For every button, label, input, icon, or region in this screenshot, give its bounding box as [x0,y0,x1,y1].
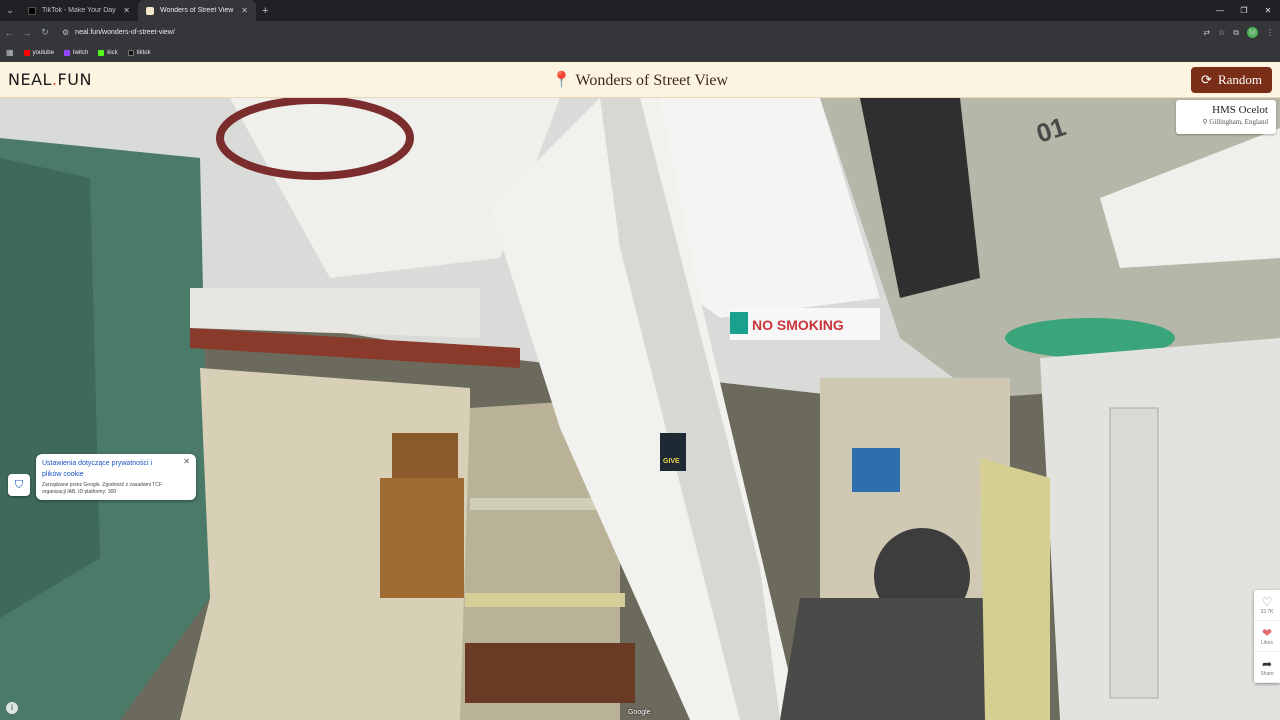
privacy-shield-icon[interactable]: ⛉ [8,474,30,496]
close-icon[interactable]: ✕ [183,457,190,466]
cookie-settings-link[interactable]: Ustawienia dotyczące prywatności i plikó… [42,458,172,480]
social-actions: ♡ 33.7K ❤ Likes ➦ Share [1254,590,1280,683]
tab-tiktok[interactable]: TikTok - Make Your Day ✕ [20,0,138,21]
cookie-consent-card[interactable]: Ustawienia dotyczące prywatności i plikó… [36,454,196,500]
twitch-icon [63,49,70,56]
menu-kebab-icon[interactable]: ⋮ [1266,28,1274,37]
tiktok-icon [127,49,134,56]
tab-search-icon[interactable]: ⌄ [0,0,20,21]
bookmark-youtube[interactable]: youtube [23,49,54,56]
street-view-panorama[interactable]: NO SMOKING GIVE 01 [0,98,1280,720]
wooden-box-front [380,478,464,598]
likes-count: 33.7K [1260,608,1274,615]
address-bar[interactable]: ⚙ neal.fun/wonders-of-street-view/ [58,24,1198,41]
bookmark-tiktok[interactable]: tiktok [127,49,151,56]
hearts-icon: ❤ [1261,625,1273,640]
tab-label: Wonders of Street View [160,7,234,14]
share-icon: ➦ [1261,656,1273,671]
random-button[interactable]: ⟳ Random [1191,67,1272,93]
bookmark-label: kick [107,49,118,56]
location-place-text: Gillingham, England [1209,118,1268,126]
panorama-scene: NO SMOKING GIVE 01 [0,98,1280,720]
restore-icon[interactable]: ❐ [1232,0,1256,21]
heart-outline-icon: ♡ [1261,594,1273,609]
location-card: HMS Ocelot ⚲ Gillingham, England [1176,100,1276,134]
page-title: 📍 Wonders of Street View [0,70,1280,90]
bookmarks-bar: ▦ youtube twitch kick tiktok [0,44,1280,62]
url-text: neal.fun/wonders-of-street-view/ [75,29,175,36]
bookmark-twitch[interactable]: twitch [63,49,89,56]
cookie-description: Zarządzane przez Google. Zgodność z zasa… [42,482,162,495]
translate-icon[interactable]: ⇄ [1203,28,1210,37]
nealfun-favicon-icon [146,6,154,15]
tab-label: TikTok - Make Your Day [42,7,116,14]
green-cabinet-door [0,158,100,618]
give-poster [660,433,686,471]
bookmark-star-icon[interactable]: ☆ [1218,28,1225,37]
likes-button[interactable]: ❤ Likes [1254,621,1280,652]
bookmark-label: youtube [32,49,54,56]
browser-toolbar: ← → ↻ ⚙ neal.fun/wonders-of-street-view/… [0,21,1280,44]
profile-avatar[interactable]: M [1247,27,1258,38]
info-icon[interactable]: i [6,702,18,714]
close-window-icon[interactable]: ✕ [1256,0,1280,21]
bookmark-kick[interactable]: kick [98,49,118,56]
youtube-icon [23,49,30,56]
share-label: Share [1260,670,1274,677]
bunk-floor [465,643,635,703]
give-poster-text: GIVE [663,458,680,465]
location-place: ⚲ Gillingham, England [1184,118,1268,126]
right-wall [1040,338,1280,720]
likes-label: Likes [1261,639,1273,646]
site-info-icon[interactable]: ⚙ [62,28,69,37]
bunk-mattress [465,593,625,607]
extensions-icon[interactable]: ⧉ [1233,28,1239,38]
reload-icon[interactable]: ↻ [36,27,54,38]
share-button[interactable]: ➦ Share [1254,652,1280,683]
tab-wonders[interactable]: Wonders of Street View ✕ [138,0,256,21]
close-tab-icon[interactable]: ✕ [123,6,130,15]
location-name: HMS Ocelot [1212,104,1268,116]
bookmark-label: tiktok [136,49,151,56]
like-button[interactable]: ♡ 33.7K [1254,590,1280,621]
forward-icon[interactable]: → [18,28,36,38]
apps-grid-icon[interactable]: ▦ [6,48,14,57]
minimize-icon[interactable]: — [1208,0,1232,21]
window-controls: — ❐ ✕ [1208,0,1280,21]
random-button-label: Random [1217,72,1262,87]
no-smoking-text: NO SMOKING [752,317,844,333]
site-header: NEAL.FUN 📍 Wonders of Street View ⟳ Rand… [0,62,1280,98]
bookmark-label: twitch [72,49,89,56]
browser-tab-bar: ⌄ TikTok - Make Your Day ✕ Wonders of St… [0,0,1280,21]
close-tab-icon[interactable]: ✕ [241,6,248,15]
right-bunk [980,458,1050,720]
back-icon[interactable]: ← [0,28,18,38]
ceiling-pipe [190,288,480,338]
kick-icon [98,49,105,56]
google-attribution: Google [628,709,651,716]
map-pin-icon: ⚲ [1202,118,1208,126]
blue-panel [852,448,900,492]
page-title-text: Wonders of Street View [575,72,729,89]
tiktok-favicon-icon [28,6,36,15]
new-tab-icon[interactable]: + [262,5,268,17]
refresh-icon: ⟳ [1201,72,1212,87]
no-smoking-sign-arrow [730,312,748,334]
bunk-rail [470,498,610,510]
right-door [1109,407,1159,699]
toolbar-actions: ⇄ ☆ ⧉ M ⋮ [1203,21,1274,44]
map-pin-icon: 📍 [551,72,572,89]
